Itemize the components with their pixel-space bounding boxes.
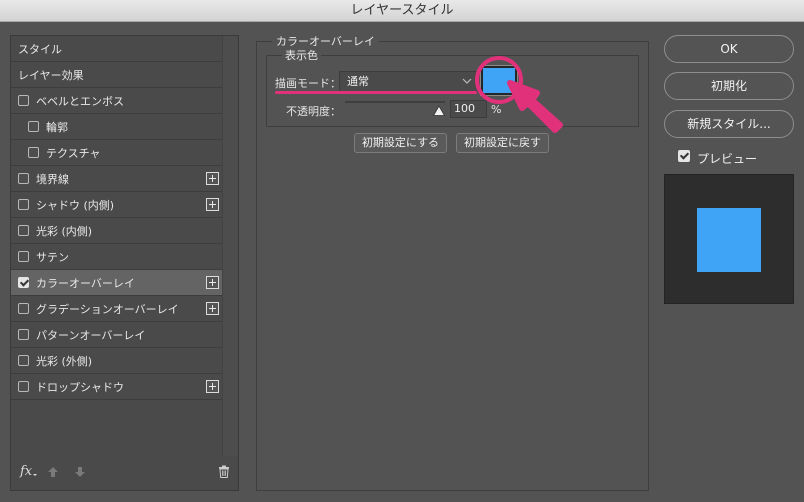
add-effect-icon[interactable]: [206, 380, 219, 393]
sidebar-item[interactable]: 境界線: [11, 166, 223, 192]
sidebar-item-checkbox[interactable]: [18, 355, 29, 366]
sidebar-item-label: レイヤー効果: [18, 68, 84, 82]
sidebar-item-label: 光彩 (外側): [36, 354, 93, 368]
sidebar-item-label: パターンオーバーレイ: [36, 328, 146, 342]
sidebar-item-label: サテン: [36, 250, 69, 264]
sidebar-item[interactable]: グラデーションオーバーレイ: [11, 296, 223, 322]
add-effect-icon[interactable]: [206, 302, 219, 315]
preview-swatch: [697, 208, 761, 272]
sidebar-item-checkbox[interactable]: [18, 225, 29, 236]
sidebar-item-checkbox[interactable]: [18, 277, 29, 288]
opacity-slider-thumb[interactable]: [433, 106, 445, 116]
sidebar-item-checkbox[interactable]: [18, 251, 29, 262]
sidebar-item[interactable]: テクスチャ: [11, 140, 223, 166]
sidebar-item-label: シャドウ (内側): [36, 198, 115, 212]
sidebar-item-label: 輪郭: [46, 120, 68, 134]
sidebar-item-label: スタイル: [18, 42, 62, 56]
move-down-icon[interactable]: [74, 466, 86, 478]
sidebar-item[interactable]: ドロップシャドウ: [11, 374, 223, 400]
add-effect-icon[interactable]: [206, 172, 219, 185]
blend-mode-label: 描画モード：: [275, 77, 341, 90]
effects-toolbar: fx: [11, 456, 238, 490]
effects-list-panel: スタイルレイヤー効果ベベルとエンボス輪郭テクスチャ境界線シャドウ (内側) 光彩 …: [10, 35, 239, 491]
blend-mode-select[interactable]: 通常: [339, 71, 479, 92]
opacity-unit: %: [491, 103, 502, 116]
sidebar-item-checkbox[interactable]: [18, 329, 29, 340]
add-effect-icon[interactable]: [206, 276, 219, 289]
blend-mode-value: 通常: [347, 75, 369, 88]
new-style-button[interactable]: 新規スタイル...: [664, 110, 794, 138]
sidebar-item-label: 境界線: [36, 172, 69, 186]
trash-icon[interactable]: [218, 465, 230, 478]
sidebar-item[interactable]: サテン: [11, 244, 223, 270]
sidebar-item[interactable]: レイヤー効果: [11, 62, 223, 88]
color-group-title: 表示色: [282, 47, 321, 63]
sidebar-item-checkbox[interactable]: [18, 95, 29, 106]
annotation-underline: [275, 91, 477, 94]
window-title: レイヤースタイル: [0, 0, 804, 22]
preview-checkbox[interactable]: [678, 150, 690, 162]
sidebar-item-label: 光彩 (内側): [36, 224, 93, 238]
sidebar-item-label: テクスチャ: [46, 146, 101, 160]
sidebar-item[interactable]: ベベルとエンボス: [11, 88, 223, 114]
sidebar-item[interactable]: カラーオーバーレイ: [11, 270, 223, 296]
sidebar-item[interactable]: スタイル: [11, 36, 223, 62]
sidebar-item-checkbox[interactable]: [28, 147, 39, 158]
sidebar-item-label: ベベルとエンボス: [36, 94, 124, 108]
set-default-button[interactable]: 初期設定にする: [354, 133, 447, 153]
sidebar-item-label: カラーオーバーレイ: [36, 276, 135, 290]
opacity-slider-track[interactable]: [345, 101, 445, 103]
sidebar-item-checkbox[interactable]: [18, 381, 29, 392]
preview-box: [664, 174, 794, 304]
reset-default-button[interactable]: 初期設定に戻す: [456, 133, 549, 153]
sidebar-item-label: ドロップシャドウ: [36, 380, 124, 394]
effects-list-scrollbar[interactable]: [222, 36, 238, 456]
sidebar-item-label: グラデーションオーバーレイ: [36, 302, 179, 316]
sidebar-item[interactable]: 輪郭: [11, 114, 223, 140]
overlay-color-swatch[interactable]: [481, 66, 517, 95]
opacity-label: 不透明度：: [286, 105, 341, 118]
chevron-down-icon: [462, 78, 472, 84]
ok-button[interactable]: OK: [664, 35, 794, 63]
sidebar-item-checkbox[interactable]: [18, 303, 29, 314]
sidebar-item-checkbox[interactable]: [18, 173, 29, 184]
effects-list: スタイルレイヤー効果ベベルとエンボス輪郭テクスチャ境界線シャドウ (内側) 光彩 …: [11, 36, 223, 400]
sidebar-item[interactable]: シャドウ (内側): [11, 192, 223, 218]
move-up-icon[interactable]: [47, 466, 59, 478]
sidebar-item-checkbox[interactable]: [28, 121, 39, 132]
sidebar-item[interactable]: 光彩 (内側): [11, 218, 223, 244]
preview-label: プレビュー: [697, 152, 758, 166]
opacity-input[interactable]: 100: [450, 100, 487, 118]
fx-menu-button[interactable]: fx: [20, 464, 38, 479]
sidebar-item[interactable]: 光彩 (外側): [11, 348, 223, 374]
add-effect-icon[interactable]: [206, 198, 219, 211]
reset-button[interactable]: 初期化: [664, 72, 794, 100]
sidebar-item[interactable]: パターンオーバーレイ: [11, 322, 223, 348]
sidebar-item-checkbox[interactable]: [18, 199, 29, 210]
